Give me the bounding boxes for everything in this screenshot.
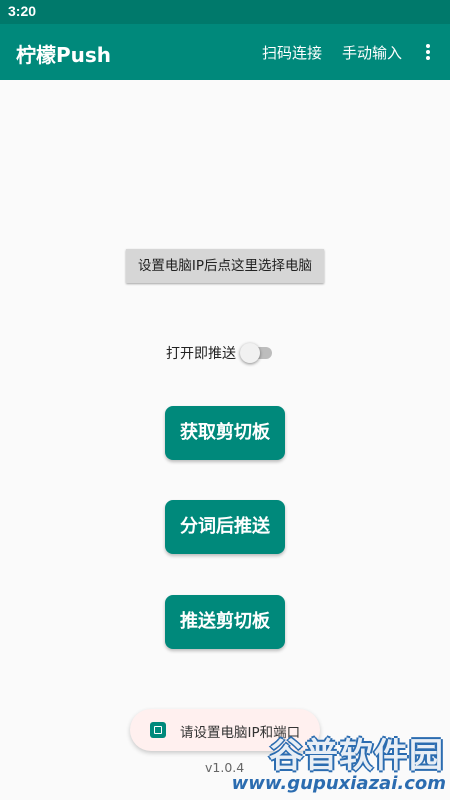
app-bar: 柠檬Push 扫码连接 手动输入	[0, 24, 450, 80]
manual-input-button[interactable]: 手动输入	[342, 42, 402, 63]
toast-text: 请设置电脑IP和端口	[180, 725, 301, 741]
select-computer-button[interactable]: 设置电脑IP后点这里选择电脑	[126, 249, 324, 283]
status-bar: 3:20	[0, 0, 450, 24]
auto-push-switch[interactable]	[240, 343, 274, 363]
app-title: 柠檬Push	[16, 43, 112, 67]
get-clipboard-button[interactable]: 获取剪切板	[165, 406, 285, 460]
more-options-icon[interactable]	[420, 40, 436, 64]
app-icon	[150, 722, 166, 738]
status-time: 3:20	[8, 3, 37, 19]
split-push-button[interactable]: 分词后推送	[165, 500, 285, 554]
scan-connect-button[interactable]: 扫码连接	[262, 42, 322, 63]
push-clipboard-button[interactable]: 推送剪切板	[165, 595, 285, 649]
version-label: v1.0.4	[205, 760, 245, 775]
watermark-url: www.gupuxiazai.com	[231, 773, 446, 794]
switch-thumb	[240, 343, 260, 363]
toast: 请设置电脑IP和端口	[130, 709, 320, 751]
auto-push-label: 打开即推送	[166, 346, 236, 362]
